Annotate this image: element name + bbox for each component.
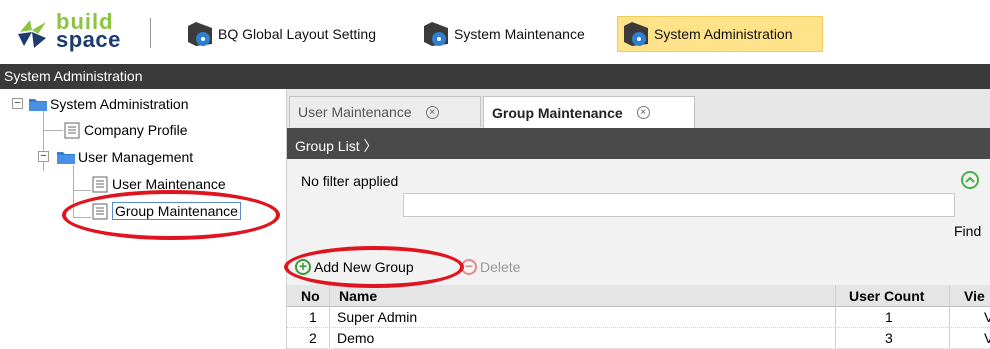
tree-item-company-profile[interactable]: Company Profile <box>64 118 188 142</box>
cell-name: Demo <box>337 330 375 346</box>
tree-connector <box>73 165 74 217</box>
tab-group-maintenance[interactable]: Group Maintenance × <box>483 96 695 128</box>
tab-user-maintenance[interactable]: User Maintenance × <box>289 96 481 127</box>
add-new-group-label: Add New Group <box>314 259 414 275</box>
table-row[interactable]: 2 Demo 3 V <box>287 328 990 349</box>
bq-global-layout-label: BQ Global Layout Setting <box>218 26 376 42</box>
tree-item-label: User Maintenance <box>112 176 226 192</box>
tree-item-label-selected: Group Maintenance <box>112 202 241 220</box>
leaf-logo-icon <box>18 20 46 48</box>
action-bar: + Add New Group − Delete <box>287 251 990 285</box>
chevron-right-icon: 〉 <box>363 138 378 154</box>
toolbar-divider <box>150 18 151 48</box>
filter-status: No filter applied <box>301 173 399 189</box>
filter-area: No filter applied Find <box>287 159 990 251</box>
module-icon <box>188 22 212 46</box>
column-header-user-count[interactable]: User Count <box>849 288 924 304</box>
cell-user-count: 3 <box>885 330 893 346</box>
add-new-group-button[interactable]: + Add New Group <box>295 259 414 275</box>
document-icon <box>92 203 108 219</box>
tree-item-group-maintenance[interactable]: Group Maintenance <box>92 199 241 223</box>
system-administration-label: System Administration <box>654 26 793 42</box>
cell-user-count: 1 <box>885 309 893 325</box>
close-tab-icon[interactable]: × <box>425 105 439 119</box>
cell-no: 1 <box>309 309 317 325</box>
section-title: System Administration <box>0 64 990 89</box>
cell-name: Super Admin <box>337 309 418 325</box>
tab-bar: User Maintenance × Group Maintenance × <box>287 89 990 128</box>
tab-label: User Maintenance <box>298 104 412 120</box>
tree-item-label: System Administration <box>50 96 189 112</box>
tree-connector <box>73 217 91 218</box>
tree-item-user-management[interactable]: User Management <box>56 145 193 169</box>
tab-label: Group Maintenance <box>492 104 623 121</box>
system-maintenance-label: System Maintenance <box>454 26 585 42</box>
document-icon <box>92 176 108 192</box>
content-panel: User Maintenance × Group Maintenance × G… <box>287 89 990 349</box>
navigation-tree: − System Administration Company Profile … <box>0 89 287 349</box>
delete-icon: − <box>461 259 477 275</box>
group-list-title: Group List <box>295 138 360 154</box>
logo-text-space: space <box>56 27 121 52</box>
tree-item-label: Company Profile <box>84 122 188 138</box>
column-header-no[interactable]: No <box>301 288 320 304</box>
system-administration-button[interactable]: System Administration <box>617 16 823 52</box>
tree-item-label: User Management <box>78 149 194 165</box>
module-icon <box>624 22 648 46</box>
collapse-toggle[interactable]: − <box>38 151 49 162</box>
cell-view[interactable]: V <box>984 330 990 346</box>
bq-global-layout-button[interactable]: BQ Global Layout Setting <box>182 16 382 52</box>
column-header-name[interactable]: Name <box>339 288 377 304</box>
document-icon <box>64 122 80 138</box>
tree-connector <box>43 130 63 131</box>
tree-item-user-maintenance[interactable]: User Maintenance <box>92 172 226 196</box>
table-row[interactable]: 1 Super Admin 1 V <box>287 307 990 328</box>
collapse-filter-icon[interactable] <box>961 171 979 189</box>
add-icon: + <box>295 259 311 275</box>
search-input[interactable] <box>403 193 955 217</box>
top-toolbar: build space BQ Global Layout Setting Sys… <box>0 0 990 64</box>
folder-icon <box>29 99 47 111</box>
folder-icon <box>57 152 75 164</box>
find-button[interactable]: Find <box>954 223 981 239</box>
cell-view[interactable]: V <box>984 309 990 325</box>
tree-item-system-administration[interactable]: System Administration <box>28 92 189 116</box>
buildspace-logo: build space <box>14 10 134 54</box>
delete-button[interactable]: − Delete <box>461 259 520 275</box>
table-header: No Name User Count Vie <box>287 285 990 307</box>
group-list-header: Group List 〉 <box>287 128 990 159</box>
tree-connector <box>73 190 91 191</box>
cell-no: 2 <box>309 330 317 346</box>
module-icon <box>424 22 448 46</box>
column-header-view[interactable]: Vie <box>964 288 985 304</box>
collapse-toggle[interactable]: − <box>12 98 23 109</box>
group-table: No Name User Count Vie 1 Super Admin 1 V… <box>287 285 990 349</box>
delete-label: Delete <box>480 259 521 275</box>
system-maintenance-button[interactable]: System Maintenance <box>418 16 591 52</box>
close-tab-icon[interactable]: × <box>636 106 650 119</box>
